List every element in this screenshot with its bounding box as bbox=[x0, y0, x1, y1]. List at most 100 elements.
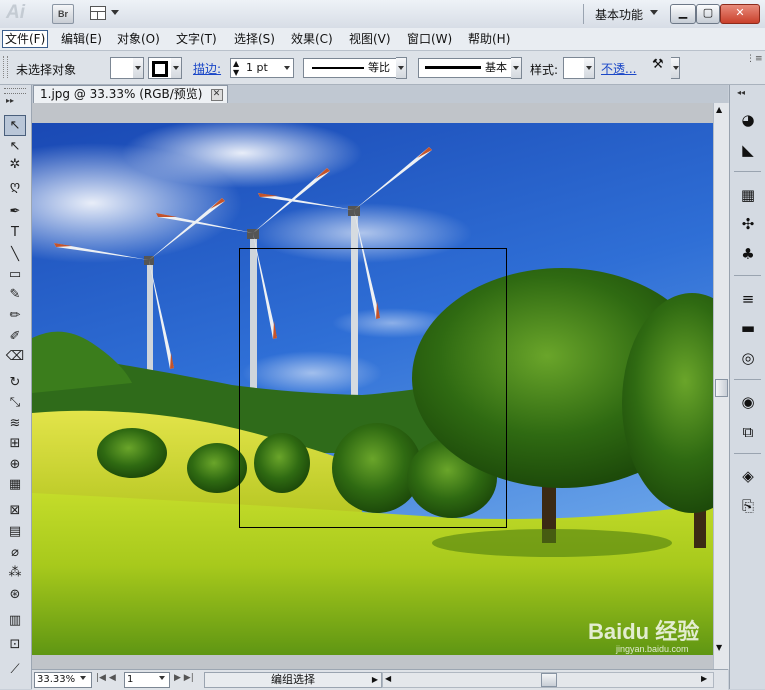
stroke-swatch[interactable] bbox=[148, 57, 172, 79]
shape-builder-tool-icon[interactable]: ⊕ bbox=[5, 455, 25, 474]
style-dropdown[interactable] bbox=[584, 57, 595, 79]
symbols-panel-icon[interactable]: ♣ bbox=[739, 245, 757, 263]
lasso-tool-icon[interactable]: ღ bbox=[5, 177, 25, 196]
scrollbar-thumb[interactable] bbox=[715, 379, 728, 397]
eraser-tool-icon[interactable]: ⌫ bbox=[5, 347, 25, 366]
direct-selection-tool-icon[interactable]: ↖ bbox=[5, 137, 25, 156]
column-graph-tool-icon[interactable]: ▥ bbox=[5, 611, 25, 630]
pen-tool-icon[interactable]: ✒ bbox=[5, 202, 25, 221]
maximize-button[interactable]: ▢ bbox=[696, 4, 720, 24]
layers-panel-icon[interactable]: ◈ bbox=[739, 467, 757, 485]
menu-select[interactable]: 选择(S) bbox=[232, 31, 277, 47]
placed-image-wind-turbines[interactable]: Baidu 经验 jingyan.baidu.com bbox=[32, 123, 713, 655]
profile-dropdown[interactable] bbox=[396, 57, 407, 79]
chevron-down-icon[interactable] bbox=[284, 66, 290, 70]
scale-tool-icon[interactable]: ⤡ bbox=[5, 393, 25, 412]
chevron-down-icon[interactable] bbox=[159, 676, 165, 680]
scroll-down-icon[interactable]: ▼ bbox=[716, 643, 722, 652]
stroke-panel-link[interactable]: 描边: bbox=[193, 60, 221, 77]
paintbrush-tool-icon[interactable]: ✎ bbox=[5, 285, 25, 304]
fill-swatch[interactable] bbox=[110, 57, 134, 79]
chevron-down-icon[interactable] bbox=[80, 676, 86, 680]
scroll-up-icon[interactable]: ▲ bbox=[716, 105, 722, 114]
brushes-panel-icon[interactable]: ✣ bbox=[739, 215, 757, 233]
gradient-panel-icon[interactable]: ▬ bbox=[739, 319, 757, 337]
stepper-icon[interactable]: ▲ ▼ bbox=[233, 59, 239, 77]
variable-width-profile[interactable]: 等比 bbox=[303, 58, 397, 78]
workspace-switcher[interactable]: 基本功能 bbox=[595, 6, 643, 23]
menu-effect[interactable]: 效果(C) bbox=[289, 31, 335, 47]
control-bar-menu[interactable] bbox=[671, 57, 680, 79]
close-button[interactable]: ✕ bbox=[720, 4, 760, 24]
perspective-grid-tool-icon[interactable]: ▦ bbox=[5, 475, 25, 494]
zoom-field[interactable]: 33.33% bbox=[34, 672, 92, 688]
horizontal-scrollbar[interactable]: ◀ ▶ bbox=[382, 672, 714, 688]
artboard-nav-first-prev[interactable]: |◀ ◀ bbox=[96, 673, 116, 683]
graphic-style-swatch[interactable] bbox=[563, 57, 585, 79]
panel-grip[interactable] bbox=[3, 56, 8, 78]
swatches-panel-icon[interactable]: ▦ bbox=[739, 186, 757, 204]
cloud bbox=[252, 203, 472, 263]
blob-brush-tool-icon[interactable]: ✐ bbox=[5, 327, 25, 346]
play-arrow-icon[interactable]: ▶ bbox=[372, 673, 378, 687]
minimize-button[interactable]: ▁ bbox=[670, 4, 696, 24]
warp-tool-icon[interactable]: ≋ bbox=[5, 414, 25, 433]
stroke-panel-icon[interactable]: ≡ bbox=[739, 290, 757, 308]
rectangle-tool-icon[interactable]: ▭ bbox=[5, 265, 25, 284]
panel-grip[interactable] bbox=[4, 88, 26, 94]
vertical-scrollbar[interactable]: ▲ ▼ bbox=[713, 103, 729, 669]
color-panel-icon[interactable]: ◕ bbox=[739, 111, 757, 129]
color-guide-panel-icon[interactable]: ◣ bbox=[739, 141, 757, 159]
menu-view[interactable]: 视图(V) bbox=[347, 31, 393, 47]
gradient-tool-icon[interactable]: ▤ bbox=[5, 522, 25, 541]
artboard-number-field[interactable]: 1 bbox=[124, 672, 170, 688]
brush-dropdown[interactable] bbox=[511, 57, 522, 79]
free-transform-tool-icon[interactable]: ⊞ bbox=[5, 434, 25, 453]
menu-help[interactable]: 帮助(H) bbox=[466, 31, 512, 47]
artboard-nav-next-last[interactable]: ▶ ▶| bbox=[174, 673, 194, 683]
magic-wand-tool-icon[interactable]: ✲ bbox=[5, 155, 25, 174]
appearance-panel-icon[interactable]: ◉ bbox=[739, 393, 757, 411]
menu-edit[interactable]: 编辑(E) bbox=[59, 31, 104, 47]
mesh-tool-icon[interactable]: ⊠ bbox=[5, 501, 25, 520]
bridge-button[interactable]: Br bbox=[52, 4, 74, 24]
close-icon[interactable]: ✕ bbox=[210, 89, 223, 101]
stroke-dropdown[interactable] bbox=[171, 57, 182, 79]
title-bar: Ai Br 基本功能 ▁ ▢ ✕ bbox=[0, 0, 765, 29]
scroll-right-icon[interactable]: ▶ bbox=[701, 674, 707, 683]
scroll-left-icon[interactable]: ◀ bbox=[385, 674, 391, 683]
rotate-tool-icon[interactable]: ↻ bbox=[5, 373, 25, 392]
opacity-link[interactable]: 不透... bbox=[601, 60, 636, 77]
fill-dropdown[interactable] bbox=[133, 57, 144, 79]
type-tool-icon[interactable]: T bbox=[5, 223, 25, 242]
document-tab[interactable]: 1.jpg @ 33.33% (RGB/预览) ✕ bbox=[33, 85, 228, 104]
panel-options-icon[interactable]: ⋮≡ bbox=[746, 54, 763, 64]
eyedropper-tool-icon[interactable]: ⌀ bbox=[5, 543, 25, 562]
panel-group-divider bbox=[734, 379, 761, 380]
brush-definition[interactable]: 基本 bbox=[418, 58, 512, 78]
slice-tool-icon[interactable]: ⟋ bbox=[5, 660, 25, 679]
collapse-panel-icon[interactable]: ◂◂ bbox=[737, 88, 745, 97]
line-tool-icon[interactable]: ╲ bbox=[5, 245, 25, 264]
graphic-styles-panel-icon[interactable]: ⧉ bbox=[739, 423, 757, 441]
artboards-panel-icon[interactable]: ⎘ bbox=[739, 497, 757, 515]
arrange-documents-button[interactable] bbox=[88, 4, 122, 22]
artboard-tool-icon[interactable]: ⊡ bbox=[5, 635, 25, 654]
blend-tool-icon[interactable]: ⁂ bbox=[5, 563, 25, 582]
stroke-weight-field[interactable]: ▲ ▼ 1 pt bbox=[230, 58, 294, 78]
menu-file[interactable]: 文件(F) bbox=[2, 30, 49, 48]
profile-line-icon bbox=[312, 67, 364, 69]
expand-panel-icon[interactable]: ▸▸ bbox=[6, 96, 14, 105]
pencil-tool-icon[interactable]: ✏ bbox=[5, 306, 25, 325]
menu-object[interactable]: 对象(O) bbox=[115, 31, 162, 47]
selection-tool-icon[interactable]: ↖ bbox=[4, 115, 26, 136]
status-tool-display[interactable]: 编组选择 ▶ bbox=[204, 672, 382, 688]
menu-type[interactable]: 文字(T) bbox=[174, 31, 219, 47]
app-logo: Ai bbox=[6, 2, 25, 23]
menu-window[interactable]: 窗口(W) bbox=[405, 31, 454, 47]
transparency-panel-icon[interactable]: ◎ bbox=[739, 349, 757, 367]
recolor-artwork-icon[interactable]: ⚒ bbox=[652, 57, 670, 77]
scrollbar-thumb[interactable] bbox=[541, 673, 557, 687]
symbol-sprayer-tool-icon[interactable]: ⊛ bbox=[5, 585, 25, 604]
chevron-down-icon[interactable] bbox=[650, 10, 658, 15]
